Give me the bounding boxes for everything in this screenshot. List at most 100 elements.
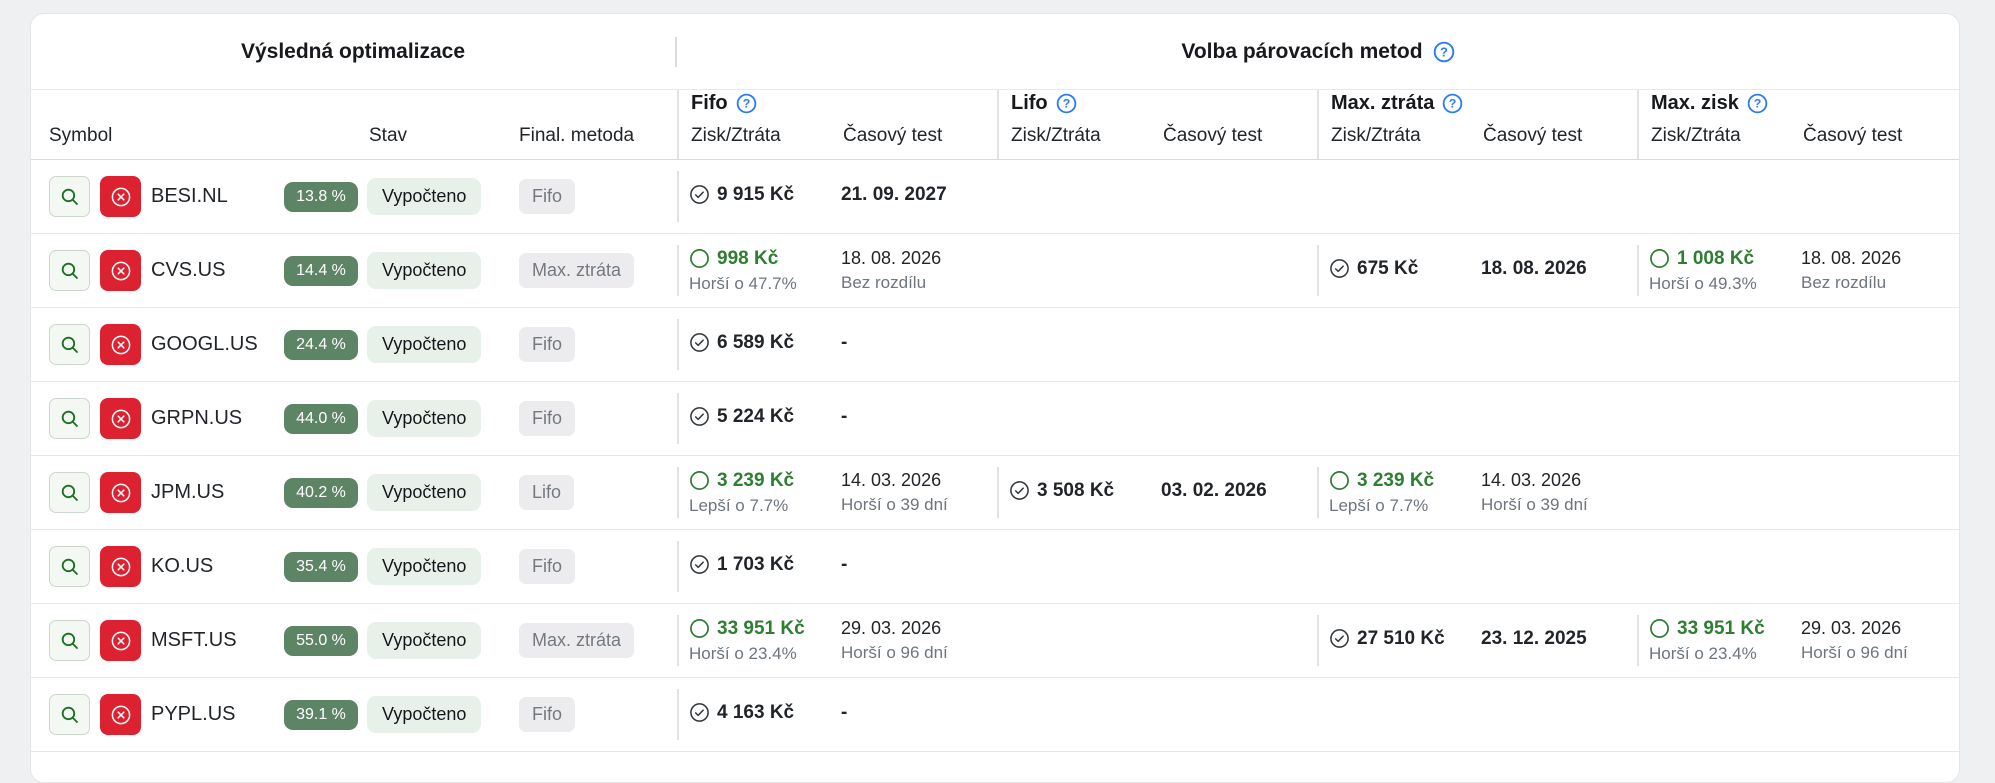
optimization-panel: Výsledná optimalizace Volba párovacích m… [30, 13, 1960, 783]
time-test-value: - [841, 701, 848, 723]
column-header-final-metoda: Final. metoda [519, 125, 635, 146]
search-button[interactable] [49, 694, 90, 735]
section-title-pairing-methods: Volba párovacích metod [1181, 39, 1423, 63]
table-row: JPM.US 40.2 % Vypočteno Lifo 3 239 Kč Le… [31, 456, 1959, 530]
profit-value: 998 Kč [717, 247, 779, 269]
question-circle-icon[interactable]: ? [1433, 41, 1455, 63]
max-ztrata-cell: 675 Kč 18. 08. 2026 [1317, 234, 1637, 307]
percent-badge: 13.8 % [284, 181, 358, 212]
delete-button[interactable] [100, 620, 141, 661]
lifo-cell [997, 382, 1317, 455]
delete-button[interactable] [100, 694, 141, 735]
subcolumn-casovy-test: Časový test [1483, 125, 1583, 146]
profit-value: 27 510 Kč [1357, 627, 1445, 649]
max-ztrata-cell [1317, 308, 1637, 381]
table-row: CVS.US 14.4 % Vypočteno Max. ztráta 998 … [31, 234, 1959, 308]
fifo-cell: 9 915 Kč 21. 09. 2027 [677, 160, 997, 233]
search-icon [59, 482, 81, 504]
final-method-badge: Fifo [519, 327, 576, 362]
group-label-lifo: Lifo [1011, 92, 1048, 114]
lifo-cell: 3 508 Kč 03. 02. 2026 [997, 456, 1317, 529]
delete-button[interactable] [100, 472, 141, 513]
search-button[interactable] [49, 398, 90, 439]
lifo-cell [997, 308, 1317, 381]
search-button[interactable] [49, 472, 90, 513]
final-method-badge: Fifo [519, 549, 576, 584]
table-row: GOOGL.US 24.4 % Vypočteno Fifo 6 589 Kč … [31, 308, 1959, 382]
max-ztrata-cell [1317, 678, 1637, 751]
empty-circle-icon [1649, 248, 1670, 269]
check-circle-icon [1329, 258, 1350, 279]
status-badge: Vypočteno [367, 474, 482, 511]
section-title-optimization: Výsledná optimalizace [240, 39, 466, 63]
search-button[interactable] [49, 324, 90, 365]
search-icon [59, 186, 81, 208]
delete-button[interactable] [100, 546, 141, 587]
column-group-max-zisk: Max. zisk ? Zisk/Ztráta Časový test [1637, 90, 1957, 159]
group-label-max-ztrata: Max. ztráta [1331, 92, 1435, 114]
empty-circle-icon [1649, 618, 1670, 639]
column-group-max-ztrata: Max. ztráta ? Zisk/Ztráta Časový test [1317, 90, 1637, 159]
status-badge: Vypočteno [367, 622, 482, 659]
time-test-note: Horší o 96 dní [841, 643, 948, 662]
svg-text:?: ? [1754, 97, 1762, 111]
max-zisk-cell [1637, 456, 1957, 529]
search-icon [59, 260, 81, 282]
profit-note: Lepší o 7.7% [689, 495, 789, 515]
circle-x-icon [109, 333, 133, 357]
check-circle-icon [689, 702, 710, 723]
circle-x-icon [109, 185, 133, 209]
delete-button[interactable] [100, 176, 141, 217]
percent-badge: 24.4 % [284, 329, 358, 360]
search-button[interactable] [49, 176, 90, 217]
table-row: BESI.NL 13.8 % Vypočteno Fifo 9 915 Kč 2… [31, 160, 1959, 234]
profit-value: 3 239 Kč [1357, 469, 1435, 491]
subcolumn-zisk: Zisk/Ztráta [691, 125, 781, 146]
search-button[interactable] [49, 546, 90, 587]
profit-value: 6 589 Kč [717, 331, 795, 353]
circle-x-icon [109, 555, 133, 579]
empty-circle-icon [689, 470, 710, 491]
question-circle-icon[interactable]: ? [1056, 93, 1077, 114]
subcolumn-zisk: Zisk/Ztráta [1331, 125, 1421, 146]
time-test-note: Bez rozdílu [1801, 273, 1887, 292]
panel-title-row: Výsledná optimalizace Volba párovacích m… [31, 14, 1959, 90]
svg-text:?: ? [1440, 44, 1448, 59]
search-button[interactable] [49, 250, 90, 291]
delete-button[interactable] [100, 398, 141, 439]
time-test-value: - [841, 553, 848, 575]
delete-button[interactable] [100, 324, 141, 365]
question-circle-icon[interactable]: ? [1442, 93, 1463, 114]
time-test-value: 18. 08. 2026 [1481, 257, 1587, 279]
profit-value: 1 703 Kč [717, 553, 795, 575]
profit-note: Horší o 23.4% [1649, 643, 1757, 663]
time-test-value: 18. 08. 2026 [1801, 248, 1902, 268]
lifo-cell [997, 530, 1317, 603]
question-circle-icon[interactable]: ? [736, 93, 757, 114]
status-badge: Vypočteno [367, 696, 482, 733]
max-ztrata-cell [1317, 530, 1637, 603]
fifo-cell: 3 239 Kč Lepší o 7.7% 14. 03. 2026 Horší… [677, 456, 997, 529]
symbol-label: GOOGL.US [151, 333, 258, 355]
table-row: MSFT.US 55.0 % Vypočteno Max. ztráta 33 … [31, 604, 1959, 678]
final-method-badge: Max. ztráta [519, 623, 635, 658]
search-button[interactable] [49, 620, 90, 661]
subcolumn-zisk: Zisk/Ztráta [1651, 125, 1741, 146]
time-test-note: Bez rozdílu [841, 273, 927, 292]
question-circle-icon[interactable]: ? [1747, 93, 1768, 114]
svg-text:?: ? [742, 97, 750, 111]
max-zisk-cell [1637, 308, 1957, 381]
profit-value: 33 951 Kč [1677, 617, 1765, 639]
profit-note: Horší o 49.3% [1649, 273, 1757, 293]
symbol-label: PYPL.US [151, 703, 236, 725]
percent-badge: 40.2 % [284, 477, 358, 508]
fifo-cell: 6 589 Kč - [677, 308, 997, 381]
lifo-cell [997, 604, 1317, 677]
profit-value: 5 224 Kč [717, 405, 795, 427]
symbol-label: KO.US [151, 555, 214, 577]
search-icon [59, 630, 81, 652]
time-test-note: Horší o 96 dní [1801, 643, 1908, 662]
time-test-note: Horší o 39 dní [841, 495, 948, 514]
final-method-badge: Max. ztráta [519, 253, 635, 288]
delete-button[interactable] [100, 250, 141, 291]
